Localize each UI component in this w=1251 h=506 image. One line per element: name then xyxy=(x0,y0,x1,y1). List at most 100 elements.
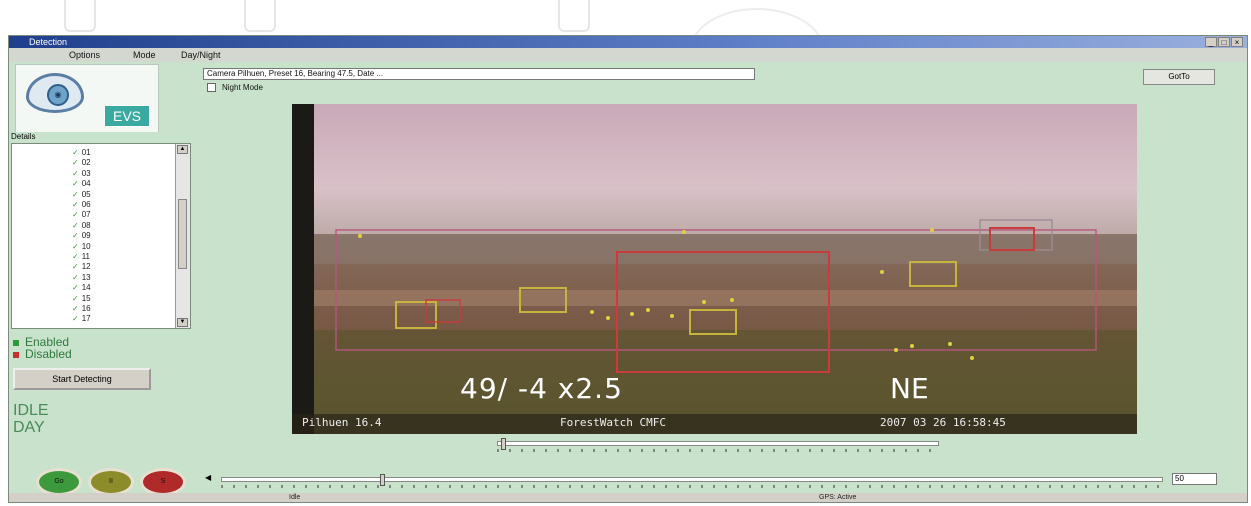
list-item[interactable]: ✓ 10 xyxy=(72,242,91,251)
start-detecting-button[interactable]: Start Detecting xyxy=(13,368,151,390)
scroll-thumb[interactable] xyxy=(178,199,187,269)
pause-button[interactable]: II xyxy=(88,468,134,496)
caption-timestamp: 2007 03 26 16:58:45 xyxy=(880,416,1006,429)
list-item-label: 03 xyxy=(81,168,91,178)
check-icon: ✓ xyxy=(72,304,79,313)
list-item[interactable]: ✓ 03 xyxy=(72,169,91,178)
upper-slider-knob[interactable] xyxy=(501,438,506,450)
left-arrow-icon[interactable]: ◀ xyxy=(205,473,213,483)
legend-disabled: Disabled xyxy=(13,348,72,360)
list-item-label: 02 xyxy=(81,158,91,168)
status-right: GPS: Active xyxy=(819,494,857,501)
iris-icon: ◉ xyxy=(47,84,69,106)
check-icon: ✓ xyxy=(72,179,79,189)
detector-state: IDLE xyxy=(13,402,49,419)
check-icon: ✓ xyxy=(72,200,79,209)
list-item-label: 17 xyxy=(81,314,91,324)
list-item-label: 13 xyxy=(81,272,91,282)
night-mode-checkbox[interactable]: Night Mode xyxy=(207,83,263,93)
compass-direction: NE xyxy=(890,372,929,405)
check-icon: ✓ xyxy=(72,262,79,272)
list-item[interactable]: ✓ 01 xyxy=(72,148,91,157)
list-item[interactable]: ✓ 09 xyxy=(72,231,91,240)
evs-logo: ◉ EVS xyxy=(15,64,159,134)
background-tab xyxy=(558,0,590,32)
video-caption: Pilhuen 16.4 ForestWatch CMFC 2007 03 26… xyxy=(292,416,1137,432)
stop-button[interactable]: S xyxy=(140,468,186,496)
status-left: Idle xyxy=(289,494,301,501)
check-icon: ✓ xyxy=(72,148,79,157)
disabled-swatch xyxy=(13,351,19,358)
menu-mode[interactable]: Mode xyxy=(133,48,156,62)
check-icon: ✓ xyxy=(72,272,79,282)
list-item[interactable]: ✓ 08 xyxy=(72,221,91,230)
list-item-label: 11 xyxy=(81,252,91,261)
upper-slider[interactable] xyxy=(497,438,939,455)
list-item[interactable]: ✓ 13 xyxy=(72,273,91,282)
list-item[interactable]: ✓ 02 xyxy=(72,158,91,167)
camera-info-field[interactable]: Camera Pilhuen, Preset 16, Bearing 47.5,… xyxy=(203,68,755,80)
check-icon: ✓ xyxy=(72,168,79,178)
list-item-label: 14 xyxy=(81,283,91,293)
list-item-label: 05 xyxy=(81,189,91,199)
scroll-down-arrow-icon[interactable]: ▼ xyxy=(177,318,188,327)
check-icon: ✓ xyxy=(72,252,79,261)
list-item-label: 16 xyxy=(81,304,91,313)
night-mode-label: Night Mode xyxy=(222,83,263,92)
check-icon: ✓ xyxy=(72,189,79,199)
list-item[interactable]: ✓ 17 xyxy=(72,314,91,323)
caption-camera: Pilhuen 16.4 xyxy=(302,416,382,429)
list-scrollbar[interactable]: ▲ ▼ xyxy=(175,144,190,328)
detection-window: Detection _ □ × Options Mode Day/Night ◉… xyxy=(8,35,1248,503)
list-item[interactable]: ✓ 05 xyxy=(72,190,91,199)
goto-button[interactable]: GotTo xyxy=(1143,69,1215,85)
eye-logo-icon: ◉ xyxy=(26,73,84,113)
list-item-label: 09 xyxy=(81,231,91,241)
list-item[interactable]: ✓ 16 xyxy=(72,304,91,313)
ptz-readout: 49/ -4 x2.5 xyxy=(460,372,623,405)
menu-options[interactable]: Options xyxy=(69,48,100,62)
lower-slider[interactable] xyxy=(221,474,1163,491)
list-item-label: 10 xyxy=(81,241,91,251)
check-icon: ✓ xyxy=(72,241,79,251)
value-field[interactable]: 50 xyxy=(1172,473,1217,485)
menu-bar: Options Mode Day/Night xyxy=(9,48,1247,62)
day-mode-state: DAY xyxy=(13,419,45,436)
maximize-button[interactable]: □ xyxy=(1218,37,1230,47)
list-item[interactable]: ✓ 06 xyxy=(72,200,91,209)
check-icon: ✓ xyxy=(72,283,79,293)
list-item[interactable]: ✓ 15 xyxy=(72,294,91,303)
legend-disabled-label: Disabled xyxy=(25,347,72,361)
logo-text: EVS xyxy=(104,105,150,127)
check-icon: ✓ xyxy=(72,293,79,303)
scroll-up-arrow-icon[interactable]: ▲ xyxy=(177,145,188,154)
check-icon: ✓ xyxy=(72,220,79,230)
details-label: Details xyxy=(11,132,193,142)
list-item[interactable]: ✓ 12 xyxy=(72,262,91,271)
caption-system: ForestWatch CMFC xyxy=(560,416,666,429)
list-item-label: 15 xyxy=(81,293,91,303)
camera-video-feed[interactable]: 49/ -4 x2.5 NE Pilhuen 16.4 ForestWatch … xyxy=(292,104,1137,434)
list-item[interactable]: ✓ 14 xyxy=(72,283,91,292)
list-item[interactable]: ✓ 11 xyxy=(72,252,90,261)
close-button[interactable]: × xyxy=(1231,37,1243,47)
check-icon: ✓ xyxy=(72,210,79,220)
list-item-label: 12 xyxy=(81,262,91,272)
list-item-label: 06 xyxy=(81,200,91,209)
lower-slider-knob[interactable] xyxy=(380,474,385,486)
check-icon: ✓ xyxy=(72,314,79,324)
checkbox-icon[interactable] xyxy=(207,83,216,93)
menu-day-night[interactable]: Day/Night xyxy=(181,48,221,62)
list-item[interactable]: ✓ 07 xyxy=(72,210,91,219)
background-tab xyxy=(244,0,276,32)
list-item-label: 04 xyxy=(81,179,91,189)
camera-preset-list[interactable]: ▲ ▼ ✓ 01 ✓ 02 ✓ 03 ✓ 04 ✓ 05 ✓ 06 ✓ 07 ✓ 08 ✓ 09 ✓ 10 ✓ 11 ✓ 12… xyxy=(11,143,191,329)
list-item-label: 08 xyxy=(81,220,91,230)
go-button[interactable]: Go xyxy=(36,468,82,496)
minimize-button[interactable]: _ xyxy=(1205,37,1217,47)
background-tab xyxy=(64,0,96,32)
check-icon: ✓ xyxy=(72,231,79,241)
window-title: Detection xyxy=(29,37,68,47)
list-item-label: 01 xyxy=(81,148,91,157)
list-item[interactable]: ✓ 04 xyxy=(72,179,91,188)
